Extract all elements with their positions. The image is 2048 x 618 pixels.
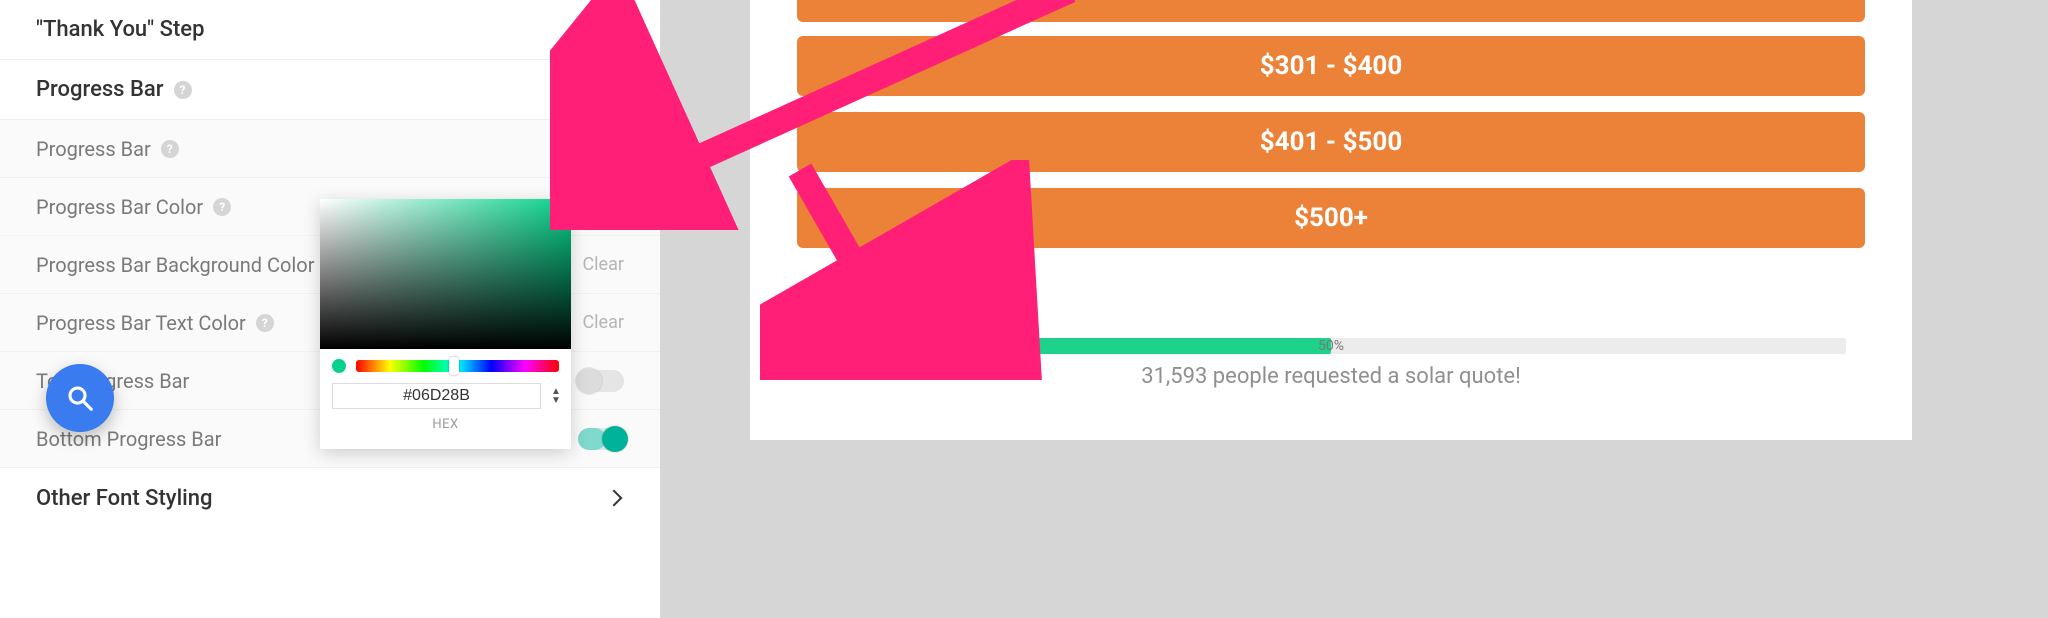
hex-input[interactable] (332, 383, 541, 409)
current-color-dot (332, 359, 346, 373)
hex-label: HEX (320, 413, 571, 442)
help-icon[interactable]: ? (174, 81, 192, 99)
option-label: $401 - $500 (1260, 127, 1403, 157)
progress-percent-label: 50% (1318, 338, 1344, 354)
option-label: $301 - $400 (1260, 51, 1403, 81)
saturation-lightness-area[interactable] (320, 199, 571, 349)
setting-label: Progress Bar Background Color (36, 253, 314, 277)
option-button[interactable]: $500+ (797, 188, 1865, 248)
thank-you-step-label: "Thank You" Step (36, 17, 204, 42)
hue-handle[interactable] (449, 357, 459, 375)
clear-link[interactable]: Clear (582, 254, 624, 275)
sat-cursor[interactable] (551, 215, 563, 227)
progress-caption: 31,593 people requested a solar quote! (750, 364, 1912, 389)
progress-bar-fill (816, 338, 1331, 354)
top-progress-bar-toggle[interactable] (578, 370, 624, 392)
search-icon (65, 383, 95, 413)
progress-bar-toggle-row: Progress Bar ? (0, 120, 660, 178)
color-swatch[interactable] (578, 196, 624, 218)
option-button[interactable] (797, 0, 1865, 22)
option-button[interactable]: $401 - $500 (797, 112, 1865, 172)
option-button[interactable]: $301 - $400 (797, 36, 1865, 96)
color-picker[interactable]: ▲ ▼ HEX (320, 199, 571, 449)
setting-label: Bottom Progress Bar (36, 427, 221, 451)
chevron-right-icon (608, 22, 624, 38)
search-fab[interactable] (46, 364, 114, 432)
hue-slider[interactable] (356, 360, 559, 372)
chevron-down-icon[interactable]: ▼ (551, 397, 561, 405)
progress-bar-track: 50% (816, 338, 1846, 354)
progress-bar-section-label: Progress Bar (36, 77, 164, 102)
bottom-progress-bar-toggle[interactable] (578, 428, 624, 450)
setting-label: Progress Bar Text Color (36, 311, 246, 335)
clear-link[interactable]: Clear (582, 312, 624, 333)
chevron-right-icon (608, 490, 624, 506)
hex-stepper[interactable]: ▲ ▼ (551, 388, 561, 405)
help-icon[interactable]: ? (256, 314, 274, 332)
preview-card: $301 - $400 $401 - $500 $500+ 50% 31,593… (750, 0, 1912, 440)
help-icon[interactable]: ? (161, 140, 179, 158)
chevron-down-icon (608, 82, 624, 98)
option-label: $500+ (1294, 203, 1368, 233)
progress-bar-toggle[interactable] (578, 138, 624, 160)
other-font-styling-label: Other Font Styling (36, 486, 213, 511)
thank-you-step-row[interactable]: "Thank You" Step (0, 0, 660, 60)
preview-region: $301 - $400 $401 - $500 $500+ 50% 31,593… (660, 0, 2048, 618)
other-font-styling-row[interactable]: Other Font Styling (0, 468, 660, 528)
setting-label: Progress Bar Color (36, 195, 203, 219)
progress-bar-section-header[interactable]: Progress Bar ? (0, 60, 660, 120)
help-icon[interactable]: ? (213, 198, 231, 216)
setting-label: Progress Bar (36, 137, 151, 161)
